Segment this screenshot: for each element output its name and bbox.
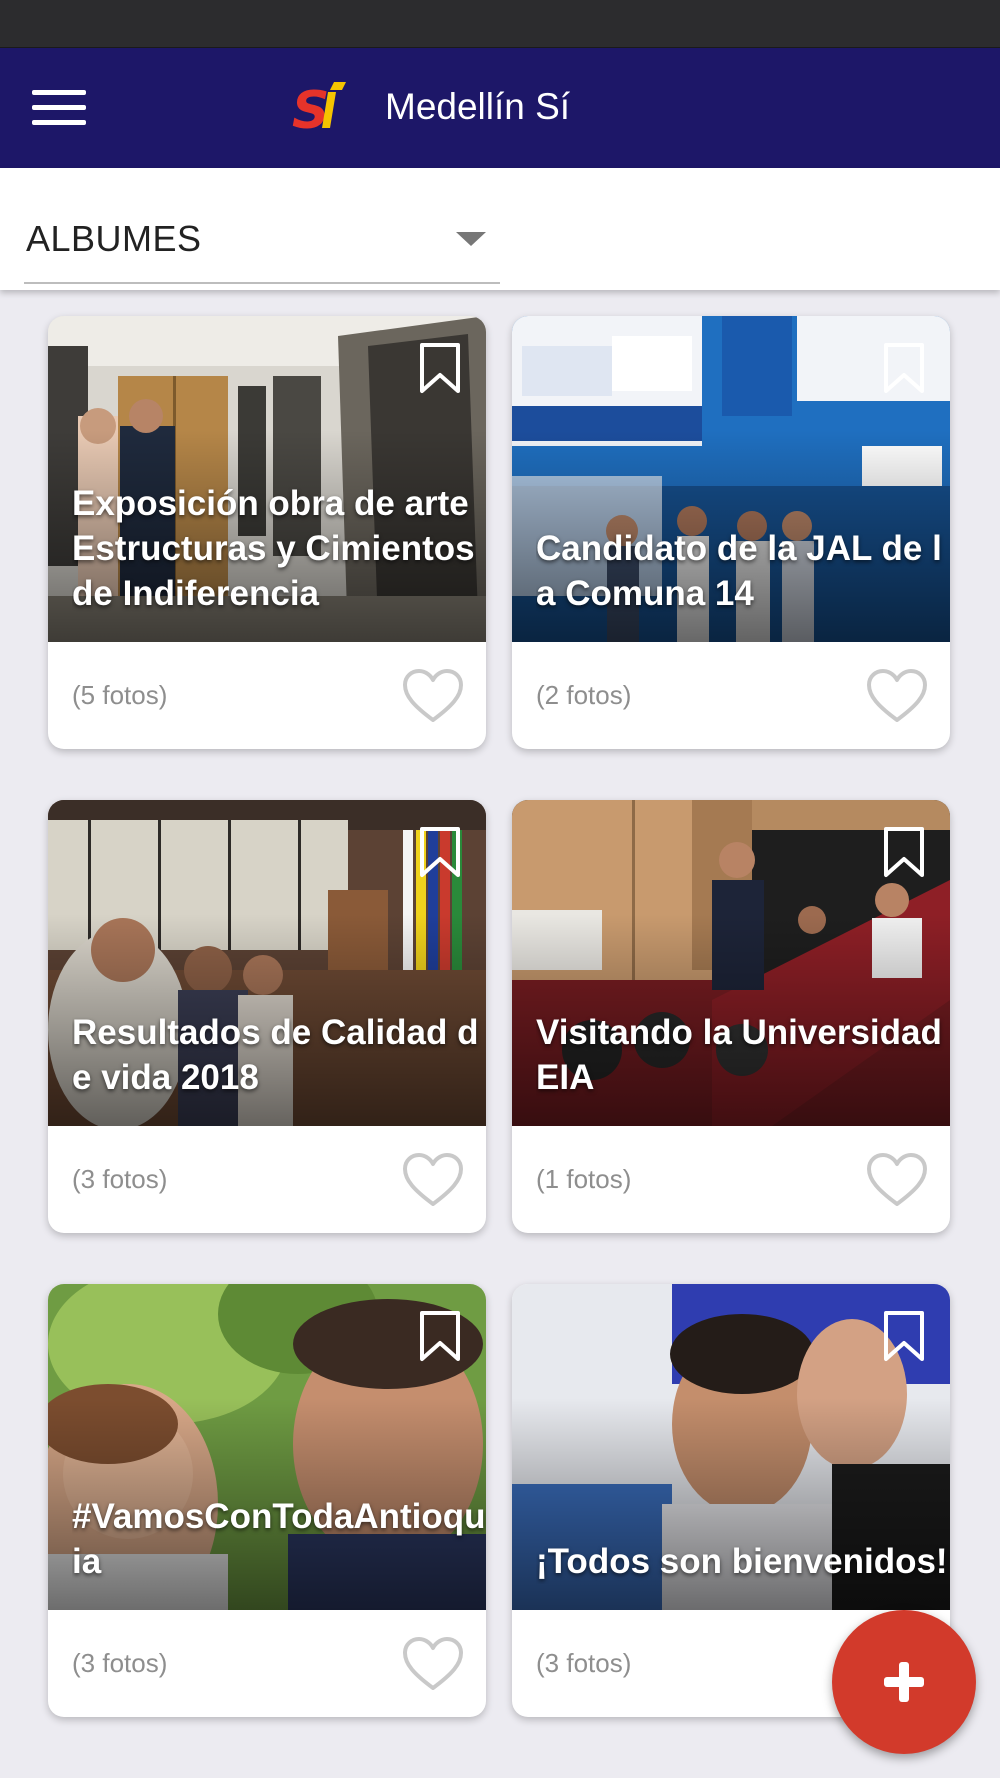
album-title: Exposición obra de arte Estructuras y Ci…	[72, 484, 475, 613]
photo-count: (3 fotos)	[72, 1648, 168, 1678]
dropdown-selected-value: ALBUMES	[26, 218, 202, 259]
heart-icon[interactable]	[402, 1636, 464, 1692]
album-footer: (3 fotos)	[48, 1126, 486, 1233]
album-title: #VamosConTodaAntioquia	[72, 1497, 486, 1581]
album-card[interactable]: Exposición obra de arte Estructuras y Ci…	[48, 316, 486, 749]
album-title: Visitando la Universidad EIA	[536, 1013, 942, 1097]
hamburger-menu-icon	[32, 90, 86, 95]
album-title: Candidato de la JAL de la Comuna 14	[536, 529, 942, 613]
add-album-button[interactable]	[832, 1610, 976, 1754]
album-card[interactable]: Resultados de Calidad de vida 2018 (3 fo…	[48, 800, 486, 1233]
photo-count: (3 fotos)	[72, 1164, 168, 1194]
bookmark-icon[interactable]	[418, 1310, 462, 1362]
bookmark-icon[interactable]	[418, 342, 462, 394]
album-footer: (5 fotos)	[48, 642, 486, 749]
bookmark-icon[interactable]	[882, 342, 926, 394]
bookmark-icon[interactable]	[882, 1310, 926, 1362]
album-cover-image: Visitando la Universidad EIA	[512, 800, 950, 1126]
album-cover-image: ¡Todos son bienvenidos!	[512, 1284, 950, 1610]
album-card[interactable]: Visitando la Universidad EIA (1 fotos)	[512, 800, 950, 1233]
album-footer: (2 fotos)	[512, 642, 950, 749]
app-logo: S	[292, 81, 346, 138]
photo-count: (5 fotos)	[72, 680, 168, 710]
album-card[interactable]: Candidato de la JAL de la Comuna 14 (2 f…	[512, 316, 950, 749]
album-title: Resultados de Calidad de vida 2018	[72, 1013, 479, 1097]
menu-button[interactable]	[26, 82, 92, 134]
svg-text:S: S	[292, 81, 329, 138]
heart-icon[interactable]	[866, 1152, 928, 1208]
album-footer: (1 fotos)	[512, 1126, 950, 1233]
album-card[interactable]: #VamosConTodaAntioquia (3 fotos)	[48, 1284, 486, 1717]
app-bar: S Medellín Sí	[0, 48, 1000, 168]
app-title: Medellín Sí	[385, 86, 571, 127]
filter-bar: ALBUMES	[0, 168, 1000, 290]
album-grid: Exposición obra de arte Estructuras y Ci…	[0, 290, 1000, 1778]
bookmark-icon[interactable]	[882, 826, 926, 878]
album-cover-image: Candidato de la JAL de la Comuna 14	[512, 316, 950, 642]
album-title: ¡Todos son bienvenidos!	[536, 1542, 948, 1581]
photo-count: (1 fotos)	[536, 1164, 632, 1194]
heart-icon[interactable]	[402, 668, 464, 724]
category-dropdown[interactable]: ALBUMES	[24, 208, 500, 284]
photo-count: (2 fotos)	[536, 680, 632, 710]
photo-count: (3 fotos)	[536, 1648, 632, 1678]
bookmark-icon[interactable]	[418, 826, 462, 878]
caret-down-icon	[456, 232, 486, 246]
heart-icon[interactable]	[866, 668, 928, 724]
status-bar	[0, 0, 1000, 48]
album-cover-image: #VamosConTodaAntioquia	[48, 1284, 486, 1610]
album-cover-image: Resultados de Calidad de vida 2018	[48, 800, 486, 1126]
album-cover-image: Exposición obra de arte Estructuras y Ci…	[48, 316, 486, 642]
album-footer: (3 fotos)	[48, 1610, 486, 1717]
heart-icon[interactable]	[402, 1152, 464, 1208]
